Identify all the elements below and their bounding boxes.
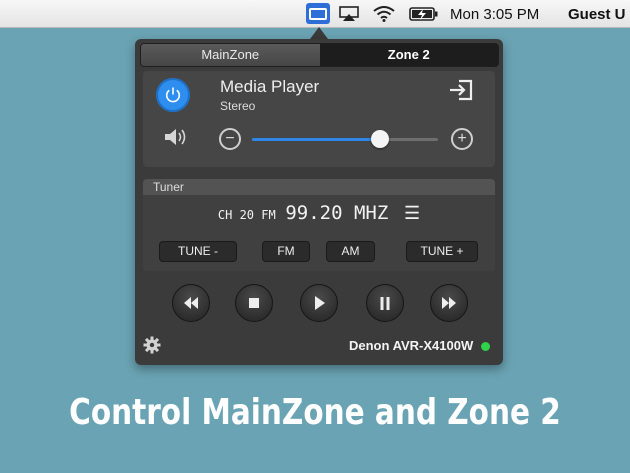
fast-forward-button[interactable] (430, 284, 468, 322)
rewind-button[interactable] (172, 284, 210, 322)
tuner-header: Tuner (143, 179, 495, 195)
am-band-button[interactable]: AM (326, 241, 375, 262)
tuner-frequency: 99.20 MHZ (285, 202, 389, 224)
tab-mainzone[interactable]: MainZone (141, 44, 320, 66)
fast-forward-icon (442, 297, 456, 309)
tune-down-button[interactable]: TUNE - (159, 241, 237, 262)
menubar-clock[interactable]: Mon 3:05 PM (450, 6, 539, 23)
play-icon (315, 296, 325, 310)
input-select-icon[interactable] (448, 79, 474, 106)
tuner-display: CH 20 FM 99.20 MHZ ☰ (143, 202, 495, 224)
promo-caption: Control MainZone and Zone 2 (69, 392, 561, 433)
rewind-icon (184, 297, 198, 309)
source-section: Media Player Stereo − + (143, 71, 495, 167)
stop-button[interactable] (235, 284, 273, 322)
battery-charging-icon[interactable] (408, 4, 440, 23)
volume-slider-knob[interactable] (371, 130, 390, 148)
volume-slider[interactable] (252, 130, 438, 148)
speaker-icon[interactable] (163, 127, 189, 152)
popover-arrow (310, 27, 328, 39)
transport-controls (135, 284, 503, 324)
power-button[interactable] (156, 78, 190, 112)
fm-band-button[interactable]: FM (262, 241, 310, 262)
airplay-icon[interactable] (338, 4, 360, 23)
volume-up-button[interactable]: + (451, 128, 473, 150)
tuner-channel: CH 20 FM (217, 208, 276, 222)
tuner-section: Tuner CH 20 FM 99.20 MHZ ☰ TUNE - FM AM … (143, 179, 495, 271)
device-name: Denon AVR-X4100W (349, 338, 474, 353)
source-name: Media Player (220, 77, 320, 96)
gear-icon[interactable] (143, 336, 161, 359)
menubar-user[interactable]: Guest U (568, 6, 626, 23)
volume-slider-fill (252, 138, 381, 141)
pause-icon (380, 296, 390, 310)
sound-mode: Stereo (220, 99, 256, 113)
tune-up-button[interactable]: TUNE + (406, 241, 478, 262)
tab-zone-2[interactable]: Zone 2 (319, 44, 498, 66)
preset-menu-icon[interactable]: ☰ (404, 203, 420, 224)
play-button[interactable] (300, 284, 338, 322)
power-icon (165, 87, 181, 103)
volume-down-button[interactable]: − (219, 128, 241, 150)
menu-bar: Mon 3:05 PM Guest U (0, 0, 630, 28)
receiver-app-menubar-icon[interactable] (306, 3, 330, 24)
receiver-popover: MainZone Zone 2 Media Player Stereo − + … (135, 39, 503, 365)
stop-icon (249, 298, 259, 308)
zone-tabs: MainZone Zone 2 (140, 43, 499, 67)
pause-button[interactable] (366, 284, 404, 322)
connection-status-dot (481, 342, 490, 351)
wifi-icon[interactable] (372, 4, 396, 23)
